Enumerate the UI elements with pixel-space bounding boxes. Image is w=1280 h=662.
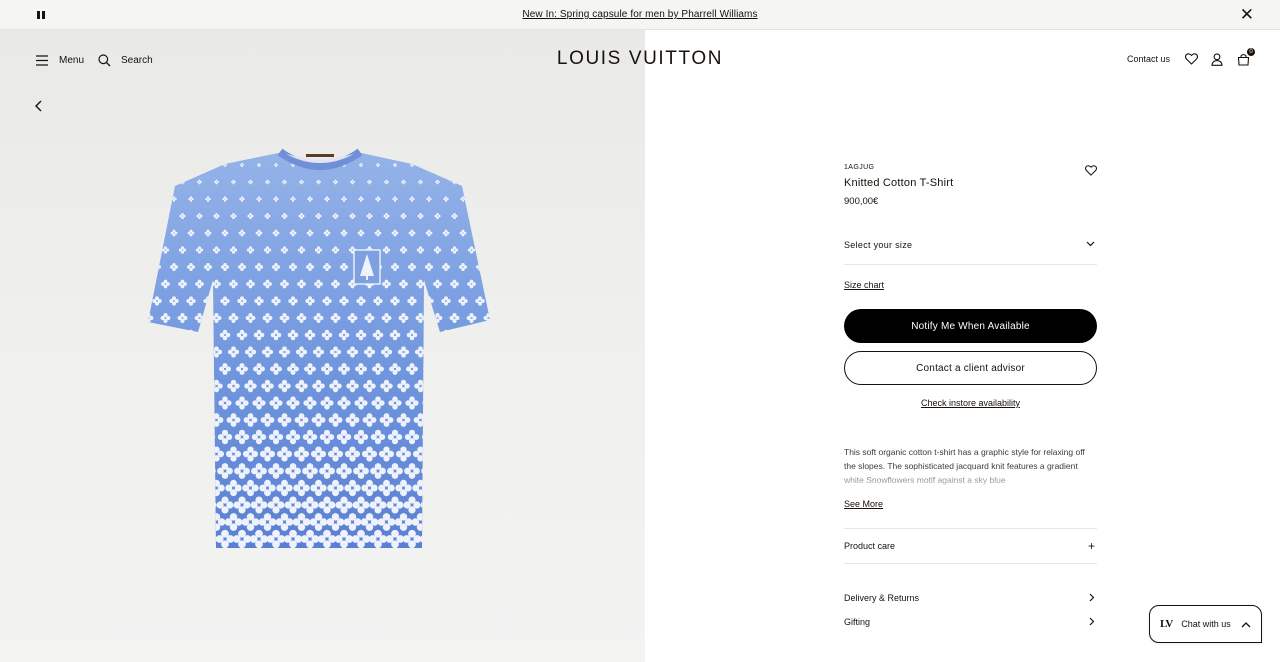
- chat-label: Chat with us: [1181, 619, 1231, 629]
- see-more-link[interactable]: See More: [844, 499, 883, 509]
- bag-count-badge: 0: [1247, 48, 1255, 56]
- product-care-label: Product care: [844, 541, 896, 551]
- user-icon: [1211, 52, 1223, 66]
- product-sku: 1AGJUG: [844, 164, 875, 171]
- divider: [844, 528, 1097, 529]
- announcement-link[interactable]: New In: Spring capsule for men by Pharre…: [0, 9, 1280, 20]
- size-chart-link[interactable]: Size chart: [844, 280, 884, 290]
- product-details: 1AGJUG Knitted Cotton T-Shirt 900,00€ Se…: [844, 160, 1098, 627]
- add-to-wishlist-button[interactable]: [1084, 163, 1098, 181]
- chevron-up-icon: [1241, 621, 1251, 627]
- contact-advisor-button[interactable]: Contact a client advisor: [844, 351, 1097, 385]
- product-image[interactable]: [0, 30, 645, 662]
- plus-icon: +: [1087, 539, 1095, 553]
- header-right: Contact us 0: [1127, 48, 1255, 67]
- product-title: Knitted Cotton T-Shirt: [844, 177, 954, 189]
- divider: [844, 563, 1097, 564]
- product-care-row[interactable]: Product care +: [844, 539, 1097, 553]
- gifting-row[interactable]: Gifting: [844, 617, 1097, 627]
- chat-button[interactable]: LV Chat with us: [1149, 605, 1262, 643]
- notify-me-button[interactable]: Notify Me When Available: [844, 309, 1097, 343]
- bag-button[interactable]: 0: [1236, 48, 1255, 67]
- chevron-right-icon: [1089, 617, 1095, 626]
- size-selector-label: Select your size: [844, 240, 913, 250]
- lv-monogram-icon: LV: [1160, 618, 1173, 630]
- product-price: 900,00€: [844, 196, 879, 207]
- delivery-returns-row[interactable]: Delivery & Returns: [844, 593, 1097, 603]
- delivery-returns-label: Delivery & Returns: [844, 593, 920, 603]
- chevron-down-icon: [1086, 241, 1095, 247]
- wishlist-button[interactable]: [1184, 51, 1198, 67]
- heart-icon: [1084, 165, 1098, 176]
- account-button[interactable]: [1210, 51, 1224, 67]
- brand-logo[interactable]: LOUIS VUITTON: [0, 48, 1280, 70]
- gifting-label: Gifting: [844, 617, 871, 627]
- contact-us-link[interactable]: Contact us: [1127, 54, 1170, 64]
- close-icon[interactable]: ✕: [1240, 6, 1254, 24]
- size-selector[interactable]: Select your size: [844, 240, 1097, 265]
- announcement-bar: New In: Spring capsule for men by Pharre…: [0, 0, 1280, 30]
- heart-icon: [1184, 53, 1198, 65]
- check-instore-link[interactable]: Check instore availability: [844, 398, 1097, 408]
- chevron-right-icon: [1089, 593, 1095, 602]
- description-fade: [844, 467, 1097, 495]
- product-image-panel: [0, 30, 645, 662]
